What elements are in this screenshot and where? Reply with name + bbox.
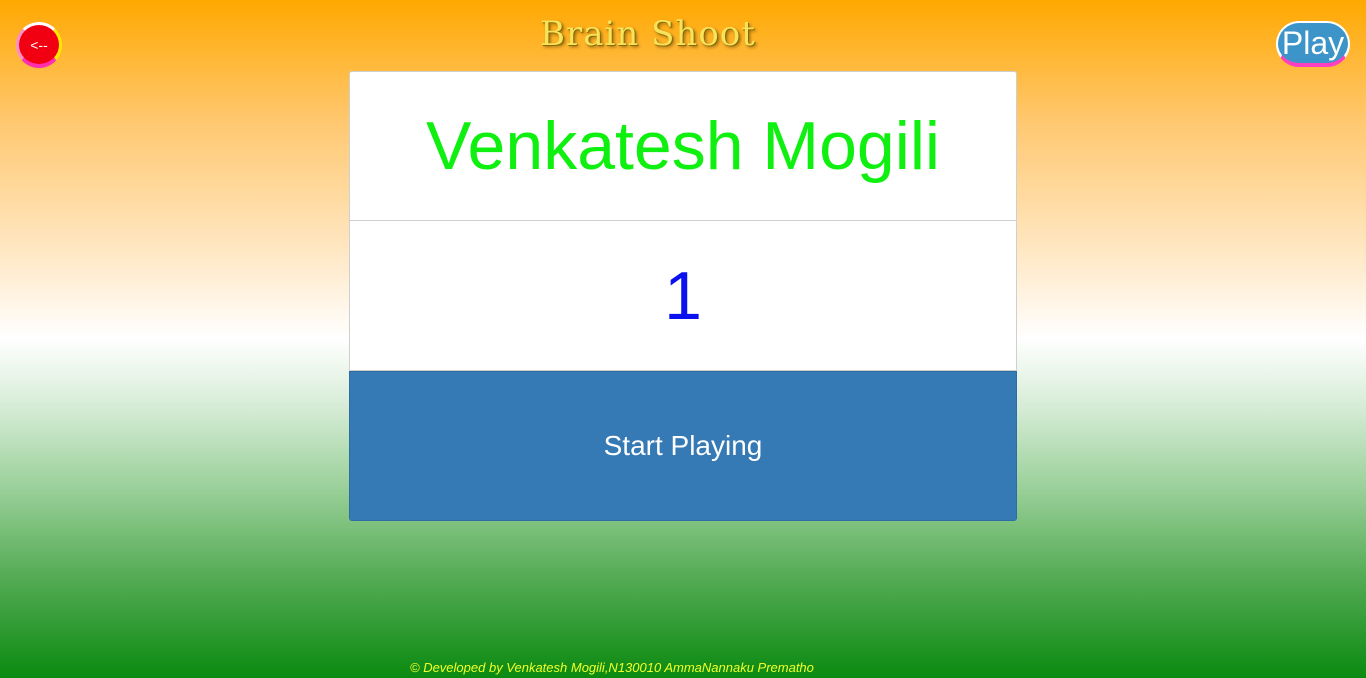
play-button[interactable]: Play: [1276, 21, 1350, 67]
level-panel: 1: [349, 221, 1017, 371]
start-playing-button[interactable]: Start Playing: [349, 371, 1017, 521]
level-number: 1: [664, 257, 702, 334]
footer-credit: © Developed by Venkatesh Mogili,N130010 …: [410, 660, 814, 675]
player-name: Venkatesh Mogili: [425, 108, 941, 184]
player-name-panel: Venkatesh Mogili: [349, 71, 1017, 221]
start-playing-label: Start Playing: [603, 430, 763, 461]
app-title: Brain Shoot: [540, 14, 756, 54]
